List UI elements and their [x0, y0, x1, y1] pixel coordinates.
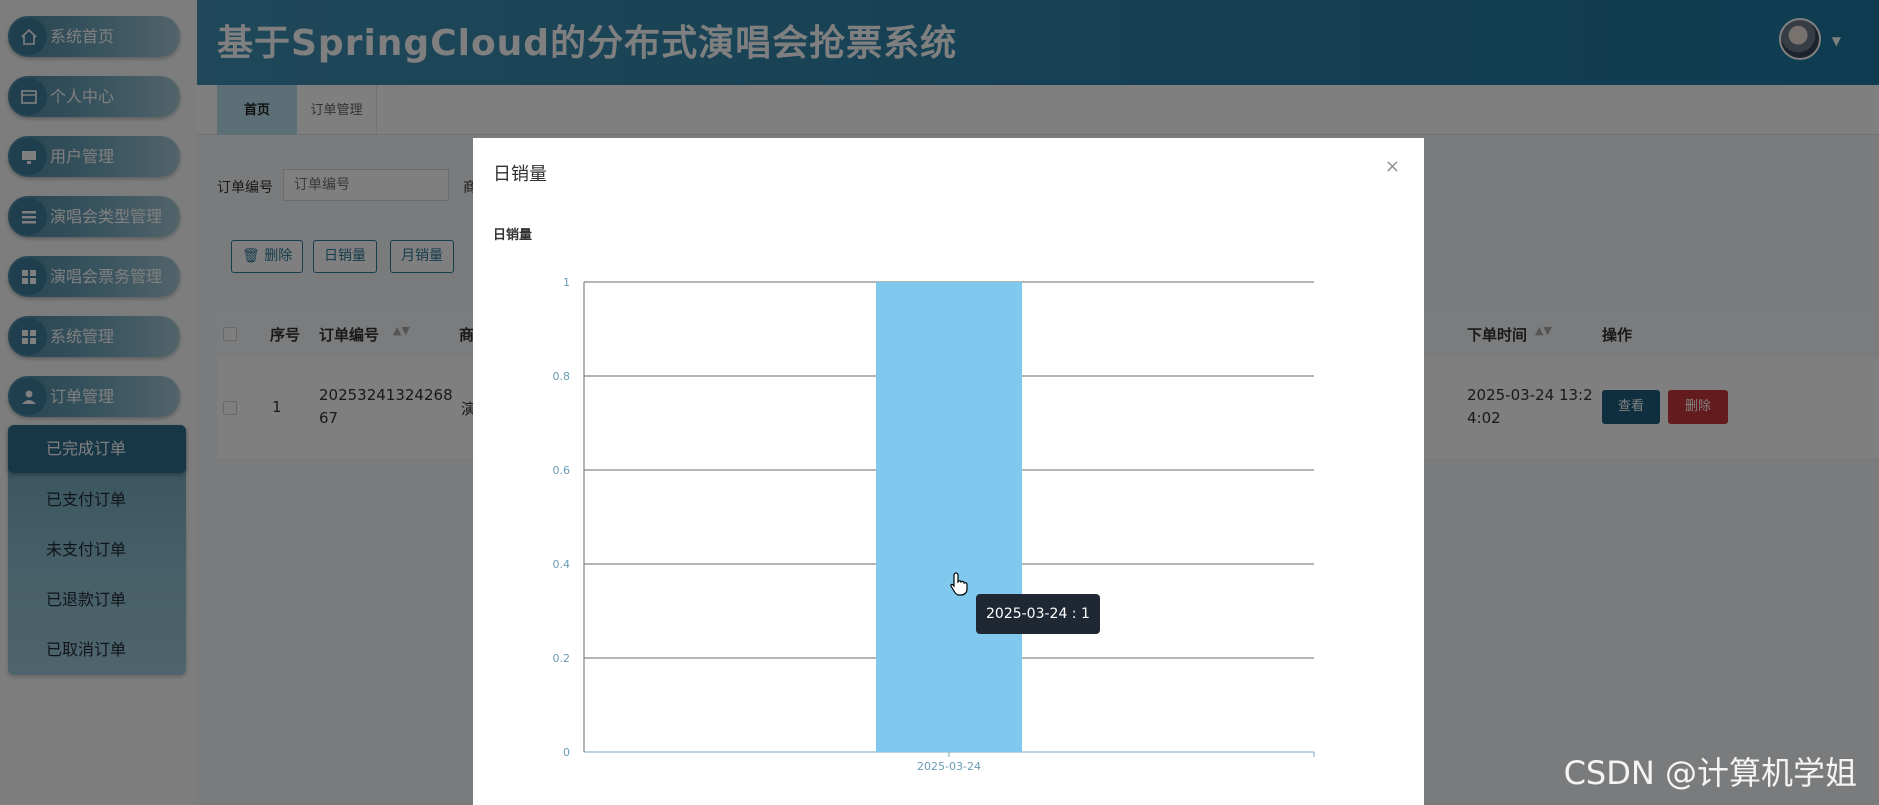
watermark: CSDN @计算机学姐: [1563, 754, 1857, 792]
x-tick-label: 2025-03-24: [917, 760, 981, 773]
chart-bar: [876, 282, 1022, 752]
sales-bar-chart: 0 0.2 0.4 0.6 0.8 1 2025-03-24: [553, 276, 1315, 773]
daily-sales-modal: 日销量 × 日销量 0 0.2 0.4 0.6 0.8 1 2025-03-24 2025…: [473, 138, 1424, 805]
y-tick-label: 0.6: [553, 464, 571, 477]
y-tick-label: 1: [563, 276, 570, 289]
y-tick-label: 0: [563, 746, 570, 759]
y-tick-label: 0.8: [553, 370, 571, 383]
y-tick-label: 0.2: [553, 652, 571, 665]
hand-pointer-icon: [950, 572, 968, 596]
chart-tooltip: 2025-03-24 : 1: [976, 594, 1100, 634]
y-tick-label: 0.4: [553, 558, 571, 571]
